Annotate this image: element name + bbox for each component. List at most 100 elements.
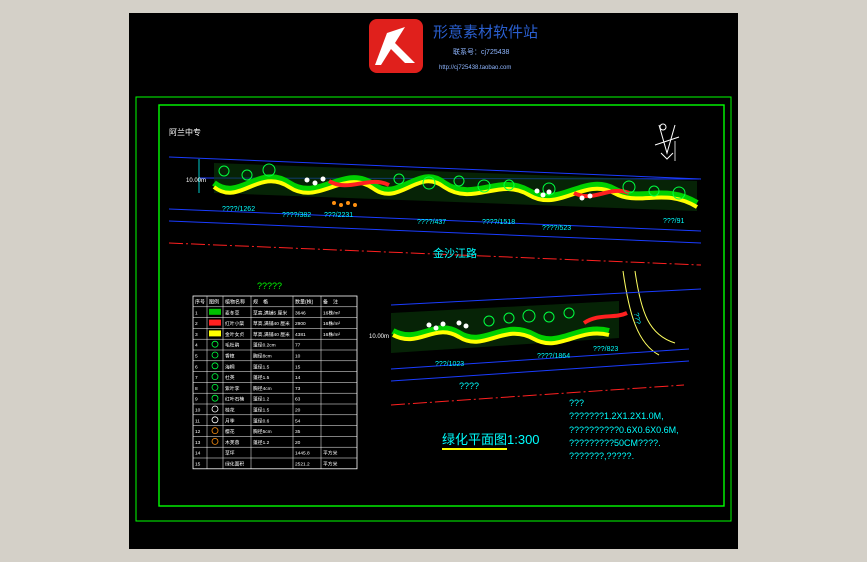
north-arrow-icon (654, 123, 680, 160)
legend-cell: 平方米 (323, 450, 338, 457)
swatch-tree-icon (211, 373, 219, 381)
legend-cell: 10 (195, 408, 201, 414)
legend-cell: 平方米 (323, 461, 338, 468)
legend-cell: 11 (195, 418, 200, 424)
legend-cell: 麦冬草 (225, 309, 240, 316)
width-label-bottom: 10.00m (369, 334, 389, 340)
legend-header: 序号 (195, 299, 205, 306)
note-line: ???????,?????. (569, 451, 634, 461)
legend-cell: 桂花 (225, 407, 235, 414)
swatch-tree-icon (211, 383, 219, 391)
legend-cell: 12 (195, 429, 201, 435)
legend-cell: 胸径4cm (253, 385, 272, 392)
callout-label: ???/1023 (435, 361, 464, 368)
legend-cell: 2521.2 (295, 462, 310, 468)
legend-cell: 草高,满铺40 厘米 (253, 320, 290, 327)
legend-cell: 草高,满铺40 厘米 (253, 331, 290, 338)
swatch-green-hedge (209, 308, 221, 315)
planting-strip-top (212, 163, 699, 211)
legend-cell: 3 (195, 332, 198, 338)
legend-cell: 蓬径0.2cm (253, 342, 276, 349)
legend-cell: 金叶女贞 (225, 331, 244, 338)
legend-cell: 14 (295, 375, 301, 381)
legend-header: 备 注 (323, 299, 338, 306)
legend-cell: 木芙蓉 (225, 439, 240, 446)
legend-cell: 35 (295, 429, 301, 435)
plan-title: 绿化平面图1:300 (442, 432, 540, 447)
left-label: 阿兰中专 (169, 127, 201, 137)
swatch-tree-icon (211, 351, 219, 359)
swatch-flower-orange-icon (211, 427, 219, 435)
watermark-url: http://cj725438.taobao.com (439, 65, 511, 71)
legend-cell: 9 (195, 397, 198, 403)
legend-cell: 草高,满铺5 厘米 (253, 309, 287, 316)
road-centerline-bottom (390, 384, 685, 406)
legend-cell: 7 (195, 375, 198, 381)
legend-cell: 蓬径1.2 (253, 396, 270, 403)
watermark-site-name: 形意素材软件站 (433, 23, 538, 41)
callout-label: ????/1262 (222, 206, 255, 213)
road-name: 金沙江路 (433, 246, 477, 260)
legend-cell: 2 (195, 321, 198, 327)
planting-strip-bottom (391, 301, 628, 353)
legend-table: 序号 图例 植物名称 规 格 数量(株) 备 注 1 麦冬草 草高,满铺5 厘米 3646 16株/… (192, 295, 358, 470)
legend-cell: 14 (195, 451, 201, 457)
legend-cell: 杜英 (225, 374, 235, 381)
legend-cell: 15 (195, 462, 201, 468)
callout-label: ????/1864 (537, 353, 570, 360)
legend-cell: 4381 (295, 332, 306, 338)
legend-header: 图例 (209, 299, 219, 306)
question-label: ??? (632, 312, 641, 325)
legend-cell: 77 (295, 343, 301, 349)
legend-cell: 1 (195, 310, 198, 316)
legend-cell: 4 (195, 343, 198, 349)
callout-label: ???/91 (663, 218, 685, 225)
note-line: ??????????0.6X0.6X0.6M, (569, 425, 679, 435)
swatch-tree-icon (211, 394, 219, 402)
legend-cell: 10 (295, 354, 301, 360)
plan-notes: ???????1.2X1.2X1.0M, ??????????0.6X0.6X0… (569, 411, 679, 461)
legend-cell: 月季 (225, 417, 235, 424)
legend-cell: 香樟 (225, 353, 235, 360)
legend-cell: 胸径8cm (253, 353, 272, 360)
legend-cell: 草坪 (225, 450, 235, 457)
question-label: ???? (459, 381, 479, 391)
swatch-tree-icon (211, 340, 219, 348)
legend-cell: 蓬径1.5 (253, 374, 270, 381)
legend-cell: 54 (295, 418, 301, 424)
legend-cell: 绿化面积 (225, 461, 244, 468)
top-strip-callouts: ????/1262 ????/382 ???/2231 ????/437 ???… (222, 206, 685, 232)
legend-cell: 1445.8 (295, 451, 310, 457)
callout-label: ????/382 (282, 212, 311, 219)
legend-cell: 蓬径1.5 (253, 407, 270, 414)
swatch-tree-icon (211, 362, 219, 370)
legend-cell: 蓬径1.2 (253, 439, 270, 446)
legend-cell: 73 (295, 386, 301, 392)
note-line: ???????1.2X1.2X1.0M, (569, 411, 664, 421)
note-line: ?????????50CM????. (569, 438, 661, 448)
legend-cell: 16株/m² (323, 309, 340, 316)
legend-cell: 6 (195, 364, 198, 370)
legend-cell: 海桐 (225, 363, 235, 370)
swatch-flower-icon (211, 405, 219, 413)
legend-cell: 63 (295, 397, 301, 403)
legend-cell: 樱花 (225, 428, 235, 435)
legend-cell: 紫叶李 (225, 385, 240, 392)
watermark-logo (369, 19, 423, 73)
callout-label: ????/523 (542, 225, 571, 232)
legend-cell: 蓬径0.6 (253, 417, 270, 424)
callout-label: ???/2231 (324, 212, 353, 219)
legend-cell: 2900 (295, 321, 306, 327)
legend-cell: 20 (295, 408, 301, 414)
legend-cell: 红叶小檗 (225, 320, 244, 327)
legend-cell: 蓬径1.5 (253, 363, 270, 370)
bottom-strip-callouts: ???/1023 ????/1864 ???/823 (435, 346, 618, 368)
legend-cell: 红叶石楠 (225, 396, 244, 403)
callout-label: ????/1518 (482, 219, 515, 226)
legend-cell: 16株/m² (323, 320, 340, 327)
legend-header: 数量(株) (295, 299, 314, 306)
swatch-red-hedge (209, 319, 221, 326)
swatch-flower-orange-icon (211, 437, 219, 445)
watermark-contact: 联系号：cj725438 (453, 47, 510, 56)
legend-cell: 20 (295, 440, 301, 446)
